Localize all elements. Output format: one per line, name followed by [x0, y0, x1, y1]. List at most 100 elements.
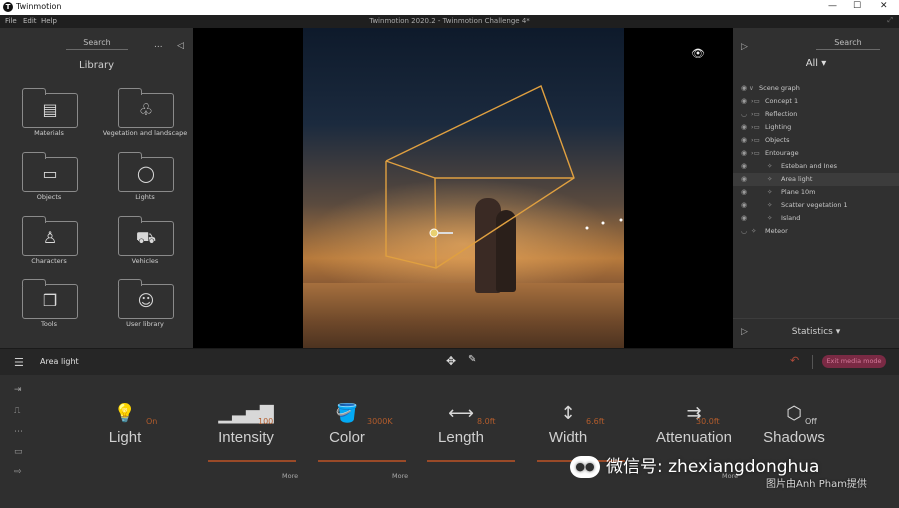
visibility-eye-icon[interactable]: ◉: [741, 199, 747, 212]
property-width[interactable]: ↕ 6.6ft Width: [518, 375, 625, 508]
scene-render[interactable]: [303, 28, 624, 348]
tree-item-label: Scene graph: [759, 84, 800, 92]
library-item-vehicles[interactable]: ⛟: [118, 216, 174, 256]
visibility-eye-icon[interactable]: ◉: [741, 147, 747, 160]
property-color[interactable]: 🪣 3000K Color More: [297, 375, 408, 508]
tree-node-icon[interactable]: ✧: [767, 199, 772, 212]
property-slider[interactable]: [318, 460, 406, 462]
tree-node-icon[interactable]: ›▭: [751, 95, 760, 108]
export-icon[interactable]: ⇨: [14, 467, 22, 477]
menu-bar: File Edit Help Twinmotion 2020.2 - Twinm…: [0, 15, 899, 28]
eye-icon[interactable]: 👁: [691, 47, 705, 60]
more-options-icon[interactable]: ...: [154, 40, 163, 50]
exit-media-mode-button[interactable]: Exit media mode: [822, 355, 886, 368]
tree-item-label: Island: [781, 214, 801, 222]
move-gizmo-icon[interactable]: ✥: [446, 354, 456, 368]
visibility-eye-icon[interactable]: ◉: [741, 95, 747, 108]
visibility-eye-icon[interactable]: ◉: [741, 212, 747, 225]
tree-node-icon[interactable]: ✧: [767, 212, 772, 225]
filter-dropdown[interactable]: All ▾: [733, 58, 899, 69]
undo-icon[interactable]: ↶: [790, 354, 799, 367]
property-value[interactable]: 6.6ft: [586, 417, 605, 426]
visibility-eye-icon[interactable]: ◉: [741, 186, 747, 199]
property-value[interactable]: 8.0ft: [477, 417, 496, 426]
library-item-lights[interactable]: ◯: [118, 152, 174, 192]
property-value[interactable]: 30.0ft: [696, 417, 720, 426]
collapse-panel-icon[interactable]: ◁: [177, 41, 184, 51]
library-item-materials[interactable]: ▤: [22, 88, 78, 128]
tree-item[interactable]: ◉ Lighting ›▭: [733, 121, 899, 134]
library-item-vegetation[interactable]: ♧: [118, 88, 174, 128]
property-length[interactable]: ⟷ 8.0ft Length: [411, 375, 515, 508]
tree-node-icon[interactable]: ›▭: [751, 147, 760, 160]
tree-node-icon[interactable]: ✧: [767, 173, 772, 186]
tree-node-icon[interactable]: ∨: [749, 82, 754, 95]
visibility-eye-icon[interactable]: ◉: [741, 121, 747, 134]
visibility-eye-icon[interactable]: ◡: [741, 225, 747, 238]
property-value[interactable]: 100: [258, 417, 273, 426]
scene-search-input[interactable]: Search: [816, 38, 880, 47]
tree-node-icon[interactable]: ›▭: [751, 134, 760, 147]
library-item-label: Tools: [40, 320, 57, 328]
maximize-button[interactable]: ☐: [853, 1, 861, 11]
tree-item[interactable]: ◉ Concept 1 ›▭: [733, 95, 899, 108]
visibility-eye-icon[interactable]: ◉: [741, 160, 747, 173]
property-value[interactable]: Off: [805, 417, 817, 426]
pencil-icon[interactable]: ✎: [468, 354, 476, 365]
tree-node-icon[interactable]: ›▭: [751, 108, 760, 121]
tree-node-icon[interactable]: ✧: [767, 160, 772, 173]
viewport[interactable]: 👁: [193, 28, 733, 348]
tree-node-icon[interactable]: ✧: [751, 225, 756, 238]
tree-node-icon[interactable]: ›▭: [751, 121, 760, 134]
fullscreen-icon[interactable]: ⤢: [887, 16, 893, 25]
visibility-eye-icon[interactable]: ◡: [741, 108, 747, 121]
tree-item[interactable]: ◉ Scene graph ∨: [733, 82, 899, 95]
more-link[interactable]: More: [282, 472, 298, 480]
animation-icon[interactable]: ⎍: [14, 406, 20, 416]
close-button[interactable]: ✕: [880, 1, 888, 11]
visibility-eye-icon[interactable]: ◉: [741, 173, 747, 186]
library-search-input[interactable]: Search: [66, 38, 128, 47]
statistics-dropdown[interactable]: Statistics ▾: [733, 327, 899, 337]
import-icon[interactable]: ⇥: [14, 385, 22, 395]
property-slider[interactable]: [427, 460, 515, 462]
expand-panel-icon[interactable]: ▷: [741, 42, 748, 52]
minimize-button[interactable]: —: [828, 1, 837, 11]
property-value[interactable]: 3000K: [367, 417, 393, 426]
search-underline: [816, 49, 880, 50]
cubes-icon: ❒: [42, 291, 58, 310]
tree-item[interactable]: ◡ Meteor ✧: [733, 225, 899, 238]
area-light-gizmo[interactable]: [303, 28, 624, 348]
library-item-label: Materials: [34, 129, 64, 137]
visibility-eye-icon[interactable]: ◉: [741, 82, 747, 95]
menu-icon[interactable]: ☰: [14, 356, 24, 369]
tree-item[interactable]: ◉ Esteban and Ines ✧: [733, 160, 899, 173]
app-name: Twinmotion: [16, 2, 62, 11]
property-name: Intensity: [218, 429, 274, 446]
tree-item[interactable]: ◉ Island ✧: [733, 212, 899, 225]
path-icon[interactable]: ⋯: [14, 427, 23, 437]
library-item-user-library[interactable]: ☺: [118, 279, 174, 319]
library-item-objects[interactable]: ▭: [22, 152, 78, 192]
more-link[interactable]: More: [392, 472, 408, 480]
tree-item[interactable]: ◉ Area light ✧: [733, 173, 899, 186]
tree-item[interactable]: ◉ Objects ›▭: [733, 134, 899, 147]
media-icon[interactable]: ▭: [14, 447, 23, 457]
library-item-label: Characters: [31, 257, 67, 265]
tree-node-icon[interactable]: ✧: [767, 186, 772, 199]
property-light[interactable]: 💡 On Light: [75, 375, 175, 508]
library-item-label: Vegetation and landscape: [102, 129, 188, 137]
tree-item[interactable]: ◉ Scatter vegetation 1 ✧: [733, 199, 899, 212]
visibility-eye-icon[interactable]: ◉: [741, 134, 747, 147]
library-item-characters[interactable]: ♙: [22, 216, 78, 256]
tree-item[interactable]: ◉ Plane 10m ✧: [733, 186, 899, 199]
property-attenuation[interactable]: ⇉ 30.0ft Attenuation More: [644, 375, 744, 508]
property-slider[interactable]: [208, 460, 296, 462]
bulb-icon: 💡: [113, 403, 137, 424]
tree-item-label: Plane 10m: [781, 188, 816, 196]
tree-item[interactable]: ◉ Entourage ›▭: [733, 147, 899, 160]
property-intensity[interactable]: ▁▃▅▇ 100 Intensity More: [196, 375, 298, 508]
tree-item[interactable]: ◡ Reflection ›▭: [733, 108, 899, 121]
library-item-tools[interactable]: ❒: [22, 279, 78, 319]
property-value[interactable]: On: [146, 417, 157, 426]
